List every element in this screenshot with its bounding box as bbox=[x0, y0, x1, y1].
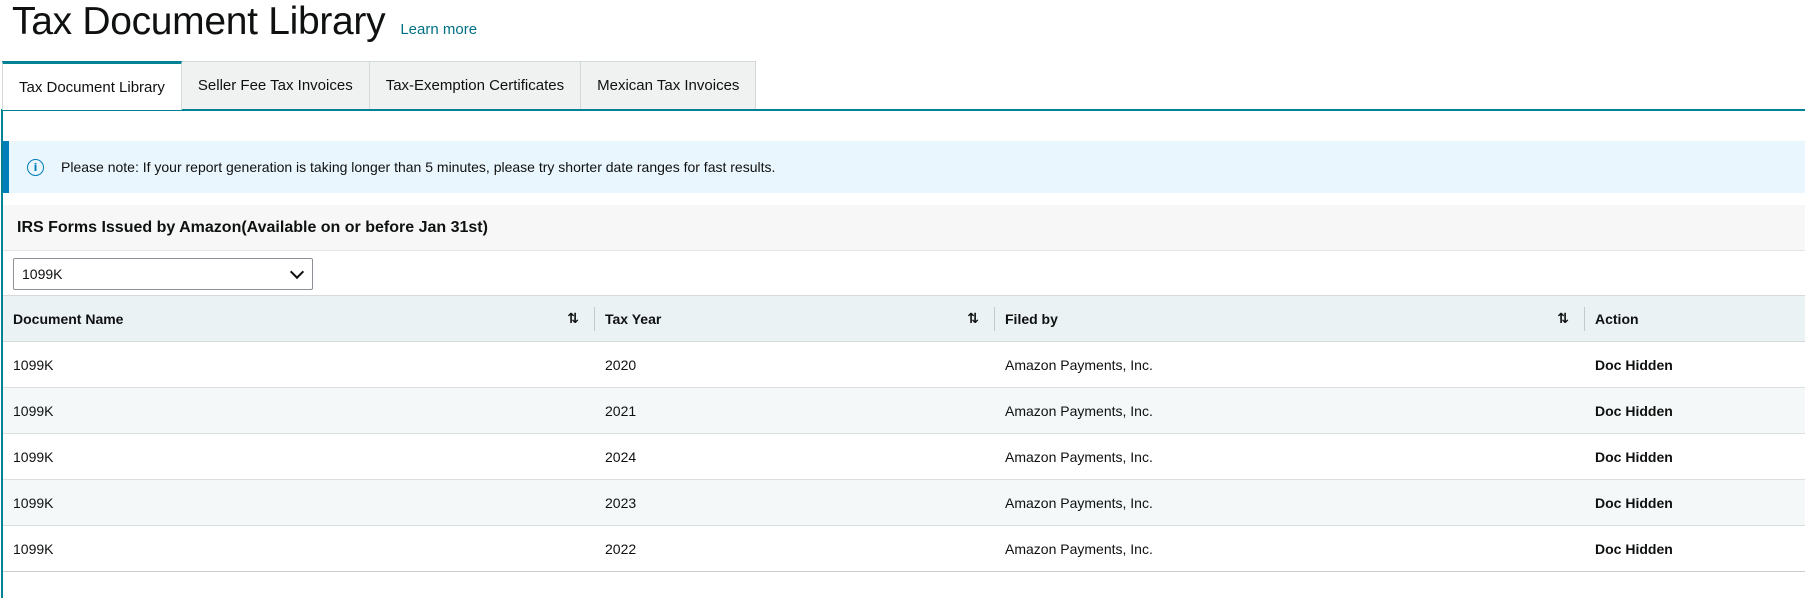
column-label: Filed by bbox=[1005, 310, 1058, 327]
sort-icon[interactable]: ⇅ bbox=[567, 311, 579, 327]
cell-tax-year: 2020 bbox=[595, 341, 995, 388]
tab-mexican-tax-invoices[interactable]: Mexican Tax Invoices bbox=[580, 61, 757, 109]
alert-text: Please note: If your report generation i… bbox=[61, 159, 776, 175]
cell-document-name: 1099K bbox=[3, 341, 595, 388]
cell-document-name: 1099K bbox=[3, 525, 595, 572]
cell-tax-year: 2022 bbox=[595, 525, 995, 572]
cell-action[interactable]: Doc Hidden bbox=[1585, 387, 1805, 434]
table-row: 1099K 2023 Amazon Payments, Inc. Doc Hid… bbox=[3, 479, 1805, 526]
tab-tax-document-library[interactable]: Tax Document Library bbox=[2, 61, 182, 110]
cell-action[interactable]: Doc Hidden bbox=[1585, 341, 1805, 388]
table-row: 1099K 2021 Amazon Payments, Inc. Doc Hid… bbox=[3, 387, 1805, 434]
sort-icon[interactable]: ⇅ bbox=[1557, 311, 1569, 327]
section-header: IRS Forms Issued by Amazon(Available on … bbox=[3, 205, 1805, 251]
form-type-select[interactable]: 1099K bbox=[13, 258, 313, 290]
cell-document-name: 1099K bbox=[3, 479, 595, 526]
chevron-down-icon bbox=[289, 264, 305, 279]
cell-filed-by: Amazon Payments, Inc. bbox=[995, 433, 1585, 480]
cell-tax-year: 2024 bbox=[595, 433, 995, 480]
tab-seller-fee-tax-invoices[interactable]: Seller Fee Tax Invoices bbox=[180, 61, 370, 109]
table-header-row: Document Name ⇅ Tax Year ⇅ Filed by ⇅ Actio… bbox=[3, 295, 1805, 342]
cell-document-name: 1099K bbox=[3, 387, 595, 434]
cell-filed-by: Amazon Payments, Inc. bbox=[995, 525, 1585, 572]
cell-action[interactable]: Doc Hidden bbox=[1585, 479, 1805, 526]
cell-filed-by: Amazon Payments, Inc. bbox=[995, 387, 1585, 434]
cell-action[interactable]: Doc Hidden bbox=[1585, 525, 1805, 572]
column-header-tax-year: Tax Year ⇅ bbox=[595, 295, 995, 342]
info-icon: i bbox=[27, 158, 44, 176]
cell-tax-year: 2023 bbox=[595, 479, 995, 526]
form-type-selected-value: 1099K bbox=[22, 266, 63, 282]
column-header-filed-by: Filed by ⇅ bbox=[995, 295, 1585, 342]
table-row: 1099K 2020 Amazon Payments, Inc. Doc Hid… bbox=[3, 341, 1805, 388]
cell-tax-year: 2021 bbox=[595, 387, 995, 434]
column-header-action: Action bbox=[1585, 295, 1805, 342]
info-alert: i Please note: If your report generation… bbox=[3, 141, 1805, 193]
tab-panel: i Please note: If your report generation… bbox=[1, 109, 1805, 598]
column-label: Document Name bbox=[13, 310, 124, 327]
cell-filed-by: Amazon Payments, Inc. bbox=[995, 341, 1585, 388]
tab-bar: Tax Document Library Seller Fee Tax Invo… bbox=[2, 61, 757, 110]
cell-filed-by: Amazon Payments, Inc. bbox=[995, 479, 1585, 526]
page-title: Tax Document Library bbox=[12, 0, 386, 43]
section-title: IRS Forms Issued by Amazon(Available on … bbox=[17, 218, 488, 236]
cell-action[interactable]: Doc Hidden bbox=[1585, 433, 1805, 480]
column-header-document-name: Document Name ⇅ bbox=[3, 295, 595, 342]
column-label: Action bbox=[1595, 310, 1639, 327]
learn-more-link[interactable]: Learn more bbox=[400, 21, 477, 38]
table-row: 1099K 2024 Amazon Payments, Inc. Doc Hid… bbox=[3, 433, 1805, 480]
cell-document-name: 1099K bbox=[3, 433, 595, 480]
page-header: Tax Document Library Learn more bbox=[12, 0, 477, 50]
documents-table: Document Name ⇅ Tax Year ⇅ Filed by ⇅ Actio… bbox=[3, 295, 1805, 572]
sort-icon[interactable]: ⇅ bbox=[967, 311, 979, 327]
table-row: 1099K 2022 Amazon Payments, Inc. Doc Hid… bbox=[3, 525, 1805, 572]
column-label: Tax Year bbox=[605, 310, 662, 327]
tab-tax-exemption-certificates[interactable]: Tax-Exemption Certificates bbox=[368, 61, 582, 109]
